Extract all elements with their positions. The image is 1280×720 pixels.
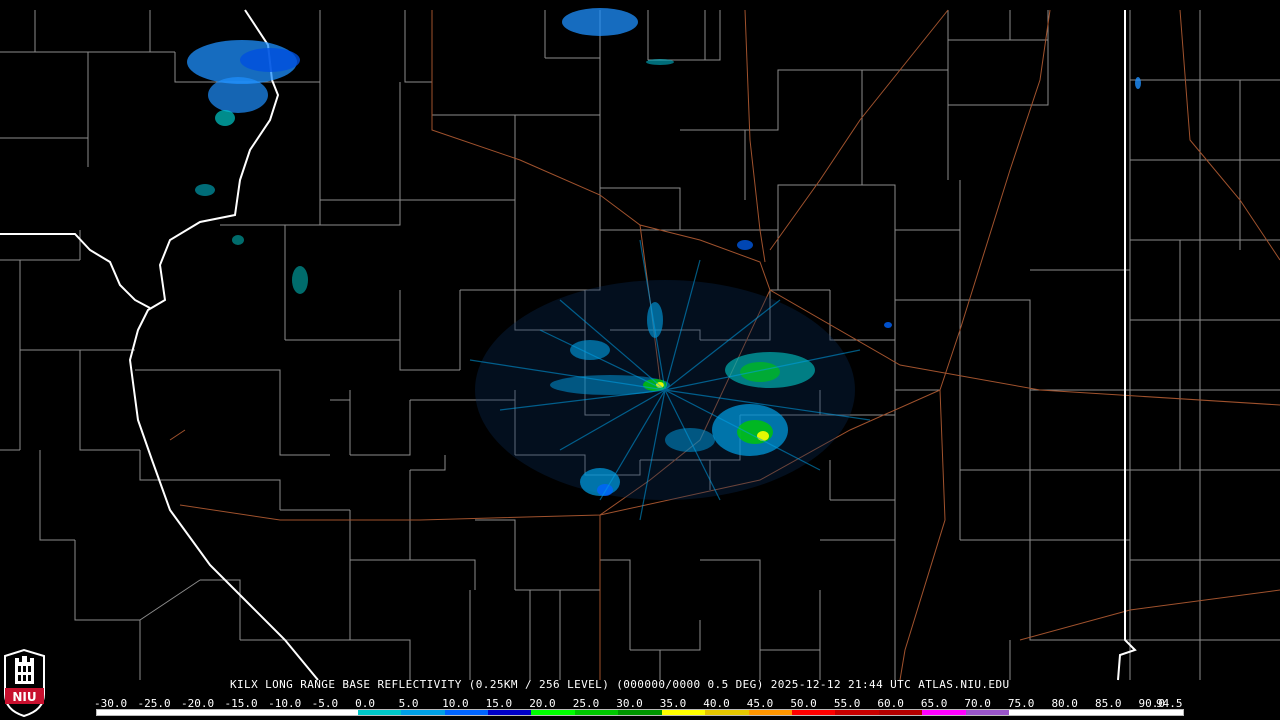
color-bar-segment [487, 710, 532, 715]
radar-map [0, 0, 1280, 720]
color-bar-segment [1052, 710, 1097, 715]
color-bar-segment [574, 710, 619, 715]
color-bar-segment [183, 710, 228, 715]
color-bar-segment [792, 710, 836, 715]
color-bar-segment [97, 710, 141, 715]
color-bar-segment [227, 710, 271, 715]
color-bar-segment [270, 710, 315, 715]
color-bar-segment [705, 710, 749, 715]
niu-logo: NIU [4, 648, 45, 718]
color-bar-segment [140, 710, 184, 715]
color-bar-segment [965, 710, 1010, 715]
color-bar-segment [878, 710, 923, 715]
color-bar-segment [401, 710, 445, 715]
color-bar-segment [314, 710, 358, 715]
color-bar-segment [922, 710, 966, 715]
product-title: KILX LONG RANGE BASE REFLECTIVITY (0.25K… [230, 678, 1010, 691]
reflectivity-color-bar [96, 709, 1184, 716]
color-bar-segment [661, 710, 706, 715]
logo-text: NIU [12, 690, 36, 704]
color-bar-segment [618, 710, 662, 715]
color-bar-segment [531, 710, 575, 715]
color-bar-segment [1139, 710, 1183, 715]
color-bar-segment [748, 710, 792, 715]
color-bar-segment [357, 710, 402, 715]
reflectivity-scale-labels: -30.0 -25.0 -20.0 -15.0 -10.0 -5.0 0.0 5.0 10.0 1… [94, 697, 1196, 710]
color-bar-segment [835, 710, 879, 715]
color-bar-segment [1009, 710, 1053, 715]
color-bar-segment [444, 710, 488, 715]
color-bar-segment [1096, 710, 1140, 715]
